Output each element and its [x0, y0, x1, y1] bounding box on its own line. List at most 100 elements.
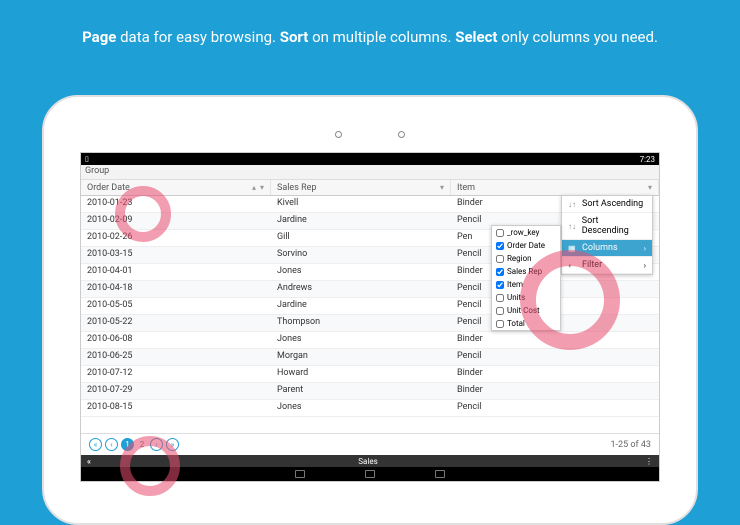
column-toggle[interactable]: Order Date [492, 239, 560, 252]
cell-date: 2010-05-05 [81, 298, 271, 314]
chevron-down-icon: ▾ [648, 183, 652, 192]
cell-rep: Morgan [271, 349, 451, 365]
chevron-right-icon: › [644, 261, 646, 270]
menu-sort-descending[interactable]: ↑↓ Sort Descending [562, 213, 652, 240]
cell-rep: Jardine [271, 298, 451, 314]
pager-page-2[interactable]: 2 [137, 438, 147, 451]
column-toggle[interactable]: Region [492, 252, 560, 265]
column-label: Region [507, 254, 532, 263]
cell-item: Binder [451, 332, 659, 348]
cell-date: 2010-06-25 [81, 349, 271, 365]
header-context-menu: ↓↑ Sort Ascending ↑↓ Sort Descending ▦ C… [561, 195, 653, 275]
pager-first[interactable]: « [89, 438, 102, 451]
checkbox[interactable] [496, 307, 504, 315]
column-toggle[interactable]: Units [492, 291, 560, 304]
cell-date: 2010-02-26 [81, 230, 271, 246]
checkbox[interactable] [496, 242, 504, 250]
cell-date: 2010-06-08 [81, 332, 271, 348]
checkbox[interactable] [496, 320, 504, 328]
table-row[interactable]: 2010-05-05JardinePencil [81, 298, 659, 315]
pagination-bar: « ‹ 1 2 › » 1-25 of 43 [81, 433, 659, 455]
back-button[interactable]: « [87, 457, 91, 466]
nav-back-icon[interactable] [295, 470, 305, 478]
header-order-date[interactable]: Order Date ▴ ▾ [81, 180, 271, 195]
cell-rep: Jones [271, 264, 451, 280]
table-header: Order Date ▴ ▾ Sales Rep ▾ Item ▾ [81, 180, 659, 196]
more-icon[interactable]: ⋮ [645, 457, 653, 466]
pager-page-1[interactable]: 1 [121, 438, 134, 451]
column-label: Order Date [507, 241, 545, 250]
cell-item: Binder [451, 366, 659, 382]
menu-filter[interactable]: ◐ Filter › [562, 257, 652, 274]
cell-rep: Jardine [271, 213, 451, 229]
checkbox[interactable] [496, 281, 504, 289]
column-label: Item [507, 280, 523, 289]
pager-prev[interactable]: ‹ [105, 438, 118, 451]
table-row[interactable]: 2010-07-29ParentBinder [81, 383, 659, 400]
column-label: Sales Rep [507, 267, 542, 276]
status-icon: ▯ [85, 155, 89, 163]
header-sales-rep[interactable]: Sales Rep ▾ [271, 180, 451, 195]
sort-asc-icon: ↓↑ [568, 200, 578, 209]
checkbox[interactable] [496, 229, 504, 237]
cell-item: Pencil [451, 349, 659, 365]
filter-icon: ◐ [568, 261, 578, 270]
header-label: Item [457, 183, 475, 193]
table-row[interactable]: 2010-07-12HowardBinder [81, 366, 659, 383]
cell-date: 2010-01-23 [81, 196, 271, 212]
tablet-camera-dots [80, 123, 660, 142]
marketing-banner: Page data for easy browsing. Sort on mul… [0, 0, 740, 64]
column-label: Total [507, 319, 525, 328]
cell-date: 2010-04-01 [81, 264, 271, 280]
cell-item: Binder [451, 383, 659, 399]
column-toggle[interactable]: _row_key [492, 226, 560, 239]
table-row[interactable]: 2010-08-15JonesPencil [81, 400, 659, 417]
column-label: Unit Cost [507, 306, 540, 315]
cell-date: 2010-05-22 [81, 315, 271, 331]
column-label: Units [507, 293, 525, 302]
nav-recent-icon[interactable] [435, 470, 445, 478]
column-toggle[interactable]: Unit Cost [492, 304, 560, 317]
checkbox[interactable] [496, 255, 504, 263]
pager-info: 1-25 of 43 [610, 440, 651, 450]
column-toggle[interactable]: Sales Rep [492, 265, 560, 278]
cell-date: 2010-02-09 [81, 213, 271, 229]
group-bar[interactable]: Group [81, 165, 659, 180]
cell-item: Pencil [451, 400, 659, 416]
table-row[interactable]: 2010-06-08JonesBinder [81, 332, 659, 349]
column-toggle[interactable]: Item [492, 278, 560, 291]
screen-title: Sales [358, 457, 377, 466]
status-bar: ▯ 7:23 [81, 153, 659, 165]
cell-date: 2010-07-29 [81, 383, 271, 399]
menu-sort-ascending[interactable]: ↓↑ Sort Ascending [562, 196, 652, 213]
cell-rep: Parent [271, 383, 451, 399]
android-nav-bar [81, 467, 659, 481]
cell-rep: Gill [271, 230, 451, 246]
column-toggle[interactable]: Total [492, 317, 560, 330]
header-item[interactable]: Item ▾ [451, 180, 659, 195]
checkbox[interactable] [496, 294, 504, 302]
columns-submenu: _row_key Order Date Region Sales Rep Item Uni… [491, 225, 561, 331]
column-label: _row_key [507, 228, 539, 237]
pager-next[interactable]: › [150, 438, 163, 451]
chevron-right-icon: › [644, 244, 646, 253]
cell-rep: Sorvino [271, 247, 451, 263]
cell-date: 2010-08-15 [81, 400, 271, 416]
table-row[interactable]: 2010-06-25MorganPencil [81, 349, 659, 366]
chevron-down-icon: ▾ [440, 183, 444, 192]
nav-home-icon[interactable] [365, 470, 375, 478]
cell-rep: Howard [271, 366, 451, 382]
cell-rep: Jones [271, 332, 451, 348]
menu-columns[interactable]: ▦ Columns › [562, 240, 652, 257]
table-row[interactable]: 2010-04-18AndrewsPencil [81, 281, 659, 298]
table-row[interactable]: 2010-05-22ThompsonPencil [81, 315, 659, 332]
pager-last[interactable]: » [166, 438, 179, 451]
status-time: 7:23 [640, 155, 655, 164]
header-label: Order Date [87, 183, 130, 193]
cell-date: 2010-04-18 [81, 281, 271, 297]
checkbox[interactable] [496, 268, 504, 276]
cell-rep: Kivell [271, 196, 451, 212]
sort-desc-icon: ↑↓ [568, 222, 578, 231]
cell-date: 2010-07-12 [81, 366, 271, 382]
cell-date: 2010-03-15 [81, 247, 271, 263]
